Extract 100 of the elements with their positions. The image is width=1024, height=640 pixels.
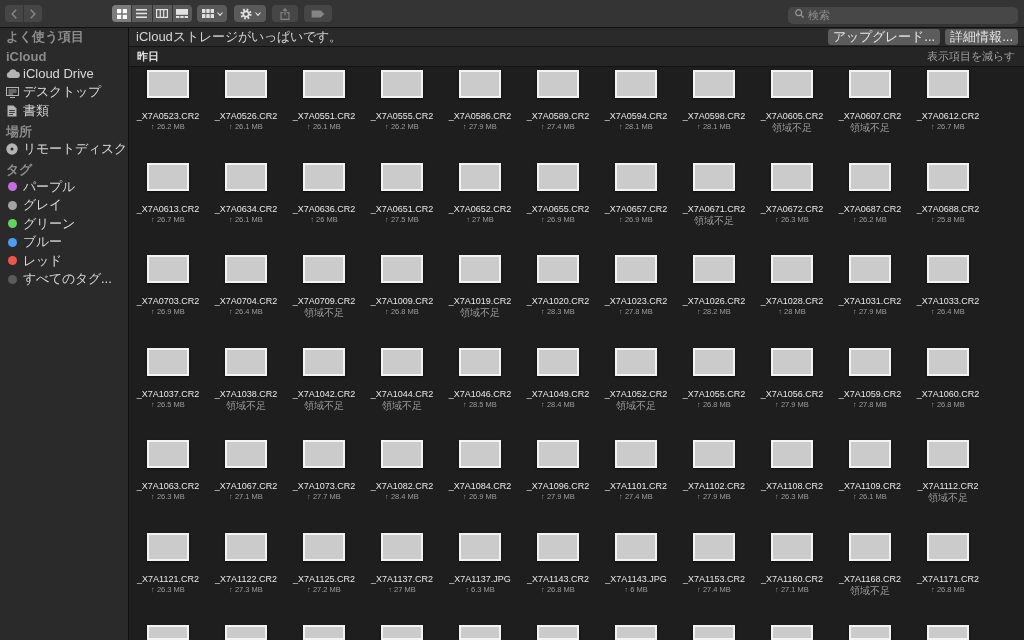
file-name: _X7A1033.CR2 — [916, 296, 980, 307]
file-name: _X7A0687.CR2 — [838, 203, 902, 215]
sidebar-item[interactable]: すべてのタグ... — [0, 270, 128, 289]
file-name: _X7A1109.CR2 — [839, 481, 901, 492]
file-name: _X7A1137.CR2 — [371, 573, 433, 585]
photo-placeholder[interactable] — [537, 162, 579, 191]
file-name: _X7A0636.CR2 — [292, 203, 356, 215]
file-name: _X7A1084.CR2 — [448, 481, 512, 492]
chevron-right-icon — [30, 8, 36, 19]
column-view-button[interactable] — [152, 5, 172, 22]
file-status: 領域不足 — [850, 122, 890, 133]
photo-placeholder[interactable] — [615, 532, 657, 561]
file-name: _X7A1049.CR2 — [526, 388, 590, 400]
file-name: _X7A1101.CR2 — [605, 481, 667, 492]
file-name: _X7A1055.CR2 — [682, 388, 746, 400]
disc-icon — [6, 142, 18, 155]
file-name: _X7A1009.CR2 — [370, 296, 434, 307]
photo-placeholder[interactable] — [537, 532, 579, 561]
gallery-icon — [176, 9, 189, 18]
show-less-link[interactable]: 表示項目を減らす — [927, 49, 1015, 64]
photo-placeholder[interactable] — [615, 347, 657, 376]
photo-placeholder[interactable] — [771, 347, 813, 376]
share-icon — [280, 7, 290, 20]
file-name: _X7A1044.CR2 — [370, 388, 434, 400]
desktop-icon — [6, 86, 19, 98]
photo-placeholder[interactable] — [225, 532, 267, 561]
photo-placeholder[interactable] — [381, 162, 423, 191]
photo-placeholder[interactable] — [849, 347, 891, 376]
photo-placeholder[interactable] — [537, 347, 579, 376]
file-name: _X7A1023.CR2 — [604, 296, 668, 307]
file-name: _X7A0589.CR2 — [526, 111, 590, 122]
photo-placeholder[interactable] — [615, 162, 657, 191]
file-status: 領域不足 — [304, 307, 344, 318]
sidebar-item[interactable]: ブルー — [0, 233, 128, 252]
file-name: _X7A0598.CR2 — [682, 111, 746, 122]
sidebar-item[interactable]: レッド — [0, 251, 128, 270]
photo-placeholder[interactable] — [849, 162, 891, 191]
photo-placeholder[interactable] — [225, 347, 267, 376]
photo-placeholder[interactable] — [303, 532, 345, 561]
file-name: _X7A1122.CR2 — [215, 573, 277, 585]
photo-placeholder[interactable] — [927, 162, 969, 191]
photo-placeholder[interactable] — [225, 162, 267, 191]
search-field[interactable]: 検索 — [788, 6, 1018, 24]
caret-icon — [254, 11, 261, 16]
photo-placeholder[interactable] — [147, 162, 189, 191]
photo-placeholder[interactable] — [693, 162, 735, 191]
banner-button[interactable]: 詳細情報... — [945, 29, 1018, 45]
photo-placeholder[interactable] — [771, 532, 813, 561]
sidebar-item[interactable]: グレイ — [0, 196, 128, 215]
photo-placeholder[interactable] — [381, 532, 423, 561]
file-name: _X7A0551.CR2 — [292, 111, 356, 122]
sidebar-item[interactable]: 書類 — [0, 101, 128, 120]
gallery-view-button[interactable] — [172, 5, 192, 22]
group-button[interactable] — [197, 5, 227, 22]
action-button[interactable] — [234, 5, 266, 22]
sidebar-item[interactable]: デスクトップ — [0, 83, 128, 102]
file-name: _X7A0688.CR2 — [916, 203, 980, 215]
file-status: 領域不足 — [382, 399, 422, 411]
banner-button[interactable]: アップグレード... — [828, 29, 941, 45]
photo-placeholder[interactable] — [693, 532, 735, 561]
photo-placeholder[interactable] — [459, 347, 501, 376]
photo-placeholder[interactable] — [927, 532, 969, 561]
sidebar-item[interactable]: パープル — [0, 177, 128, 196]
file-status: 領域不足 — [772, 122, 812, 133]
file-status: 領域不足 — [850, 584, 890, 596]
photo-placeholder[interactable] — [381, 347, 423, 376]
list-view-button[interactable] — [132, 5, 152, 22]
photo-placeholder[interactable] — [459, 532, 501, 561]
file-name: _X7A0652.CR2 — [448, 203, 512, 215]
file-name: _X7A1052.CR2 — [604, 388, 668, 400]
photo-placeholder[interactable] — [927, 347, 969, 376]
photo-placeholder[interactable] — [849, 532, 891, 561]
photo-placeholder[interactable] — [693, 347, 735, 376]
file-name: _X7A1082.CR2 — [370, 481, 434, 492]
file-name: _X7A0703.CR2 — [136, 296, 200, 307]
sidebar-item[interactable]: グリーン — [0, 214, 128, 233]
grid-icon — [201, 9, 214, 18]
photo-placeholder[interactable] — [303, 162, 345, 191]
file-name: _X7A1037.CR2 — [136, 388, 200, 400]
file-name: _X7A0657.CR2 — [604, 203, 668, 215]
photo-placeholder[interactable] — [147, 532, 189, 561]
file-name: _X7A1019.CR2 — [448, 296, 512, 307]
photo-placeholder[interactable] — [771, 162, 813, 191]
photo-placeholder[interactable] — [147, 347, 189, 376]
file-name: _X7A1026.CR2 — [682, 296, 746, 307]
photo-placeholder[interactable] — [303, 347, 345, 376]
file-name: _X7A1137.JPG — [449, 573, 511, 585]
sidebar-item[interactable]: リモートディスク — [0, 139, 128, 158]
photo-placeholder[interactable] — [459, 162, 501, 191]
section-title: 昨日 — [137, 49, 159, 64]
file-name: _X7A0655.CR2 — [526, 203, 590, 215]
file-name: _X7A0612.CR2 — [916, 111, 980, 122]
icon-view-button[interactable] — [112, 5, 132, 22]
grid-icon — [116, 8, 127, 19]
file-name: _X7A1067.CR2 — [214, 481, 278, 492]
sidebar-item[interactable]: iCloud Drive — [0, 64, 128, 83]
file-name: _X7A1056.CR2 — [760, 388, 824, 400]
file-name: _X7A1143.JPG — [605, 573, 667, 585]
sidebar-section-title: よく使う項目 — [5, 29, 85, 45]
file-status: 領域不足 — [928, 492, 968, 503]
